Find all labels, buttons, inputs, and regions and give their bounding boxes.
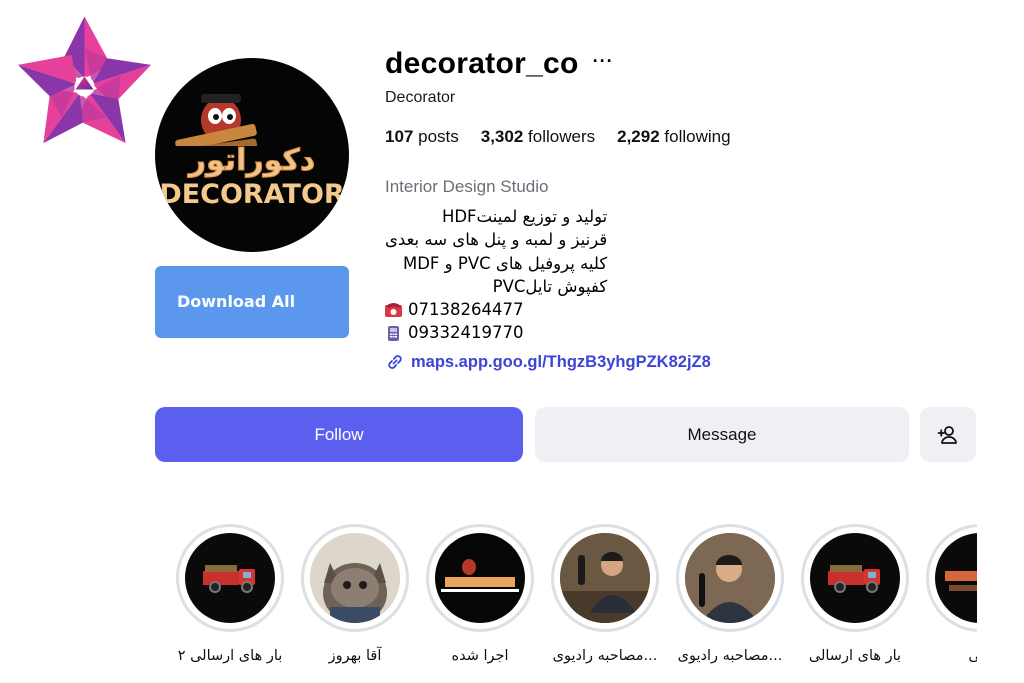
link-icon xyxy=(388,355,402,369)
message-button[interactable]: Message xyxy=(535,407,909,462)
profile-category: Decorator xyxy=(385,89,456,106)
posts-stat[interactable]: 107 posts xyxy=(385,127,459,147)
bio-phone-line: 07138264477 xyxy=(385,298,607,321)
highlight-label: آقا بهروز xyxy=(328,648,382,664)
highlight-label: کتی xyxy=(968,648,977,664)
highlight-label: مصاحبه رادیوی... xyxy=(677,648,783,664)
bio-mobile: 09332419770 xyxy=(408,323,524,343)
highlight-ring xyxy=(426,524,534,632)
highlight-ring xyxy=(551,524,659,632)
profile-avatar[interactable]: دکوراتور DECORATOR xyxy=(155,58,349,252)
bio-link-text[interactable]: maps.app.goo.gl/ThgzB3yhgPZK82jZ8 xyxy=(411,353,711,372)
more-options-icon[interactable]: ··· xyxy=(593,51,614,72)
story-highlights: بار های ارسالی ۲ آقا بهروز اجرا شده مصاح… xyxy=(160,520,977,680)
avatar-text-fa: دکوراتور xyxy=(187,143,316,178)
bio-line: کلیه پروفیل های PVC و MDF xyxy=(402,253,608,273)
truck-icon xyxy=(203,565,255,593)
cat-photo-icon xyxy=(310,533,400,623)
highlight-ring xyxy=(176,524,284,632)
bio-link[interactable]: maps.app.goo.gl/ThgzB3yhgPZK82jZ8 xyxy=(385,352,711,372)
highlight-cover xyxy=(185,533,275,623)
truck-icon xyxy=(828,565,880,593)
avatar-image: دکوراتور DECORATOR xyxy=(157,94,347,210)
username: decorator_co xyxy=(385,47,579,80)
followers-stat[interactable]: 3,302 followers xyxy=(481,127,595,147)
brand-logo-icon xyxy=(12,16,157,159)
interview-photo-icon xyxy=(560,533,650,623)
highlight-cover xyxy=(810,533,900,623)
highlight-cover xyxy=(560,533,650,623)
bio-line: کفپوش تایلPVC xyxy=(492,276,608,296)
decorator-logo-icon xyxy=(441,559,519,592)
panel-ad-icon xyxy=(945,571,977,591)
bio-line: تولید و توزیع لمینتHDF xyxy=(441,207,608,226)
highlight-ring xyxy=(676,524,784,632)
bio-mobile-line: 09332419770 xyxy=(385,321,607,344)
bio-category: Interior Design Studio xyxy=(385,177,549,196)
follow-button[interactable]: Follow xyxy=(155,407,523,462)
highlight-cover xyxy=(685,533,775,623)
highlight-label: بار های ارسالی xyxy=(808,648,902,664)
add-user-button[interactable] xyxy=(920,407,976,462)
interview-photo-icon xyxy=(685,533,775,623)
bio-phone: 07138264477 xyxy=(408,300,524,320)
download-all-button[interactable]: Download All xyxy=(155,266,349,338)
highlight-cover xyxy=(310,533,400,623)
highlight-ring xyxy=(801,524,909,632)
highlight-cover xyxy=(935,533,977,623)
telephone-icon xyxy=(385,303,402,318)
bio-line: قرنیز و لمبه و پنل های سه بعدی xyxy=(385,230,608,250)
username-row: decorator_co ··· xyxy=(385,44,614,84)
highlight-label: مصاحبه رادیوی... xyxy=(552,648,658,664)
following-stat[interactable]: 2,292 following xyxy=(617,127,730,147)
profile-stats: 107 posts 3,302 followers 2,292 followin… xyxy=(385,127,753,147)
avatar-text-en: DECORATOR xyxy=(159,179,345,210)
person-add-icon xyxy=(937,425,957,444)
highlight-label: بار های ارسالی ۲ xyxy=(177,648,283,664)
highlight-ring xyxy=(926,524,977,632)
bio-text: تولید و توزیع لمینتHDF قرنیز و لمبه و پن… xyxy=(385,205,607,345)
highlight-label: اجرا شده xyxy=(451,648,509,664)
mobile-phone-icon xyxy=(388,325,399,341)
highlight-cover xyxy=(435,533,525,623)
highlight-ring xyxy=(301,524,409,632)
